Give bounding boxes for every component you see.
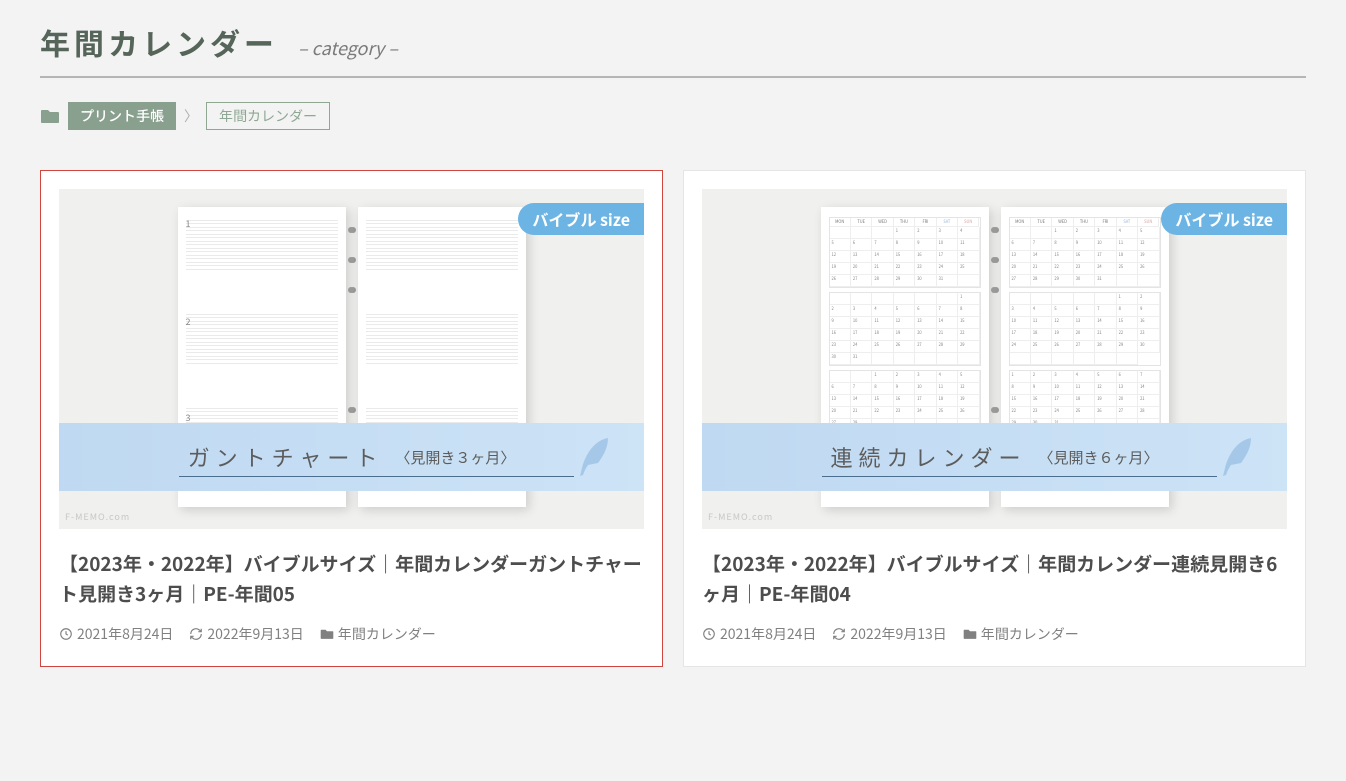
published-date: 2021年8月24日 bbox=[702, 624, 816, 644]
card-thumbnail: 1 2 3 bbox=[59, 189, 644, 529]
page-title: 年間カレンダー bbox=[40, 20, 278, 64]
card-title: 【2023年・2022年】バイブルサイズ｜年間カレンダーガントチャート見開き3ヶ… bbox=[59, 549, 644, 610]
card-meta: 2021年8月24日 2022年9月13日 年間カレンダー bbox=[702, 624, 1287, 644]
clock-icon bbox=[702, 627, 716, 641]
size-badge: バイブル size bbox=[518, 203, 644, 235]
feather-icon bbox=[1217, 434, 1257, 485]
size-badge: バイブル size bbox=[1161, 203, 1287, 235]
published-date: 2021年8月24日 bbox=[59, 624, 173, 644]
ribbon-main: 連続カレンダー bbox=[830, 441, 1026, 473]
watermark: F-MEMO.com bbox=[65, 510, 130, 523]
folder-icon bbox=[320, 628, 334, 640]
card-thumbnail: MONTUEWEDTHUFRISATSUN 123456789101112131… bbox=[702, 189, 1287, 529]
updated-date: 2022年9月13日 bbox=[832, 624, 946, 644]
category-link[interactable]: 年間カレンダー bbox=[963, 624, 1079, 644]
ribbon-sub: 〈見開き６ヶ月〉 bbox=[1039, 447, 1159, 468]
folder-icon bbox=[40, 108, 60, 124]
watermark: F-MEMO.com bbox=[708, 510, 773, 523]
ribbon-sub: 〈見開き３ヶ月〉 bbox=[395, 447, 515, 468]
article-card[interactable]: MONTUEWEDTHUFRISATSUN 123456789101112131… bbox=[683, 170, 1306, 667]
ribbon-main: ガントチャート bbox=[188, 441, 384, 473]
breadcrumb-item-current: 年間カレンダー bbox=[206, 102, 330, 130]
thumbnail-ribbon: 連続カレンダー 〈見開き６ヶ月〉 bbox=[702, 423, 1287, 491]
card-meta: 2021年8月24日 2022年9月13日 年間カレンダー bbox=[59, 624, 644, 644]
breadcrumb-item-parent[interactable]: プリント手帳 bbox=[68, 102, 176, 130]
page-subtitle: – category – bbox=[298, 35, 398, 61]
page-header: 年間カレンダー – category – bbox=[40, 20, 1306, 78]
folder-icon bbox=[963, 628, 977, 640]
article-card[interactable]: 1 2 3 bbox=[40, 170, 663, 667]
card-list: 1 2 3 bbox=[40, 170, 1306, 667]
card-title: 【2023年・2022年】バイブルサイズ｜年間カレンダー連続見開き6ヶ月｜PE-… bbox=[702, 549, 1287, 610]
refresh-icon bbox=[189, 627, 203, 641]
thumbnail-ribbon: ガントチャート 〈見開き３ヶ月〉 bbox=[59, 423, 644, 491]
updated-date: 2022年9月13日 bbox=[189, 624, 303, 644]
breadcrumb: プリント手帳 〉 年間カレンダー bbox=[40, 102, 1306, 130]
refresh-icon bbox=[832, 627, 846, 641]
category-link[interactable]: 年間カレンダー bbox=[320, 624, 436, 644]
chevron-right-icon: 〉 bbox=[184, 106, 198, 126]
clock-icon bbox=[59, 627, 73, 641]
feather-icon bbox=[574, 434, 614, 485]
